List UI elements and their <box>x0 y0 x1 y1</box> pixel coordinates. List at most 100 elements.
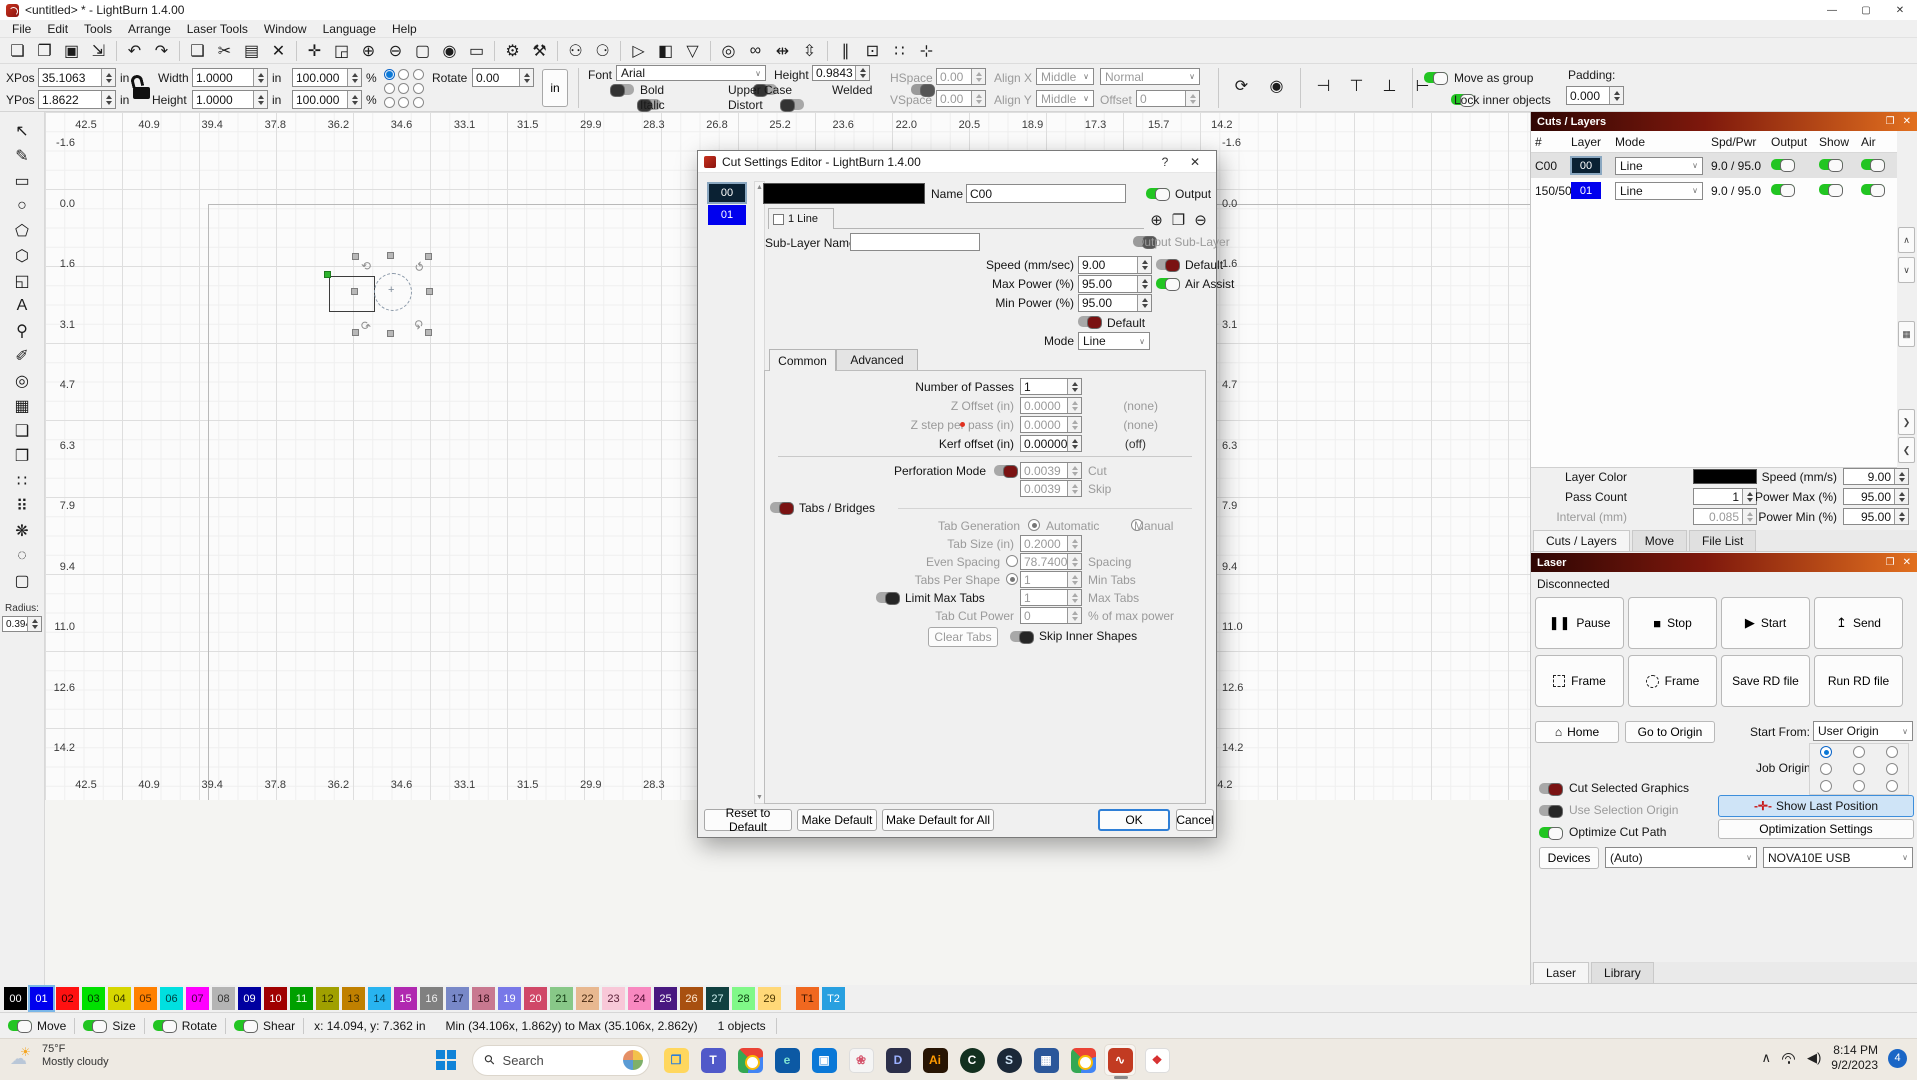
perforation-skip-field[interactable]: 0.0039 <box>1020 480 1082 497</box>
bold-toggle[interactable] <box>610 84 634 95</box>
palette-color-10[interactable]: 10 <box>264 987 287 1010</box>
sublayer-tab[interactable]: 1 Line <box>768 208 834 229</box>
new-file-button[interactable]: ❏ <box>4 39 31 63</box>
dialog-layer-00[interactable]: 00 <box>708 183 746 203</box>
job-origin-radio-4[interactable] <box>1853 763 1865 775</box>
run-rd-file-button[interactable]: Run RD file <box>1814 655 1903 707</box>
tab-file-list[interactable]: File List <box>1689 530 1756 551</box>
frame-tool-button[interactable]: ◱ <box>7 268 37 293</box>
close-panel-icon[interactable]: ✕ <box>1903 116 1911 127</box>
image-tool-button[interactable]: ▦ <box>7 393 37 418</box>
z-offset-field[interactable]: 0.0000 <box>1020 397 1082 414</box>
font-height-field[interactable]: 0.9843 <box>812 65 870 81</box>
job-origin-radio-8[interactable] <box>1886 780 1898 792</box>
camera-button[interactable]: ◉ <box>436 39 463 63</box>
select-tool-button[interactable]: ↖ <box>7 118 37 143</box>
scroll-down-icon[interactable]: ▼ <box>755 794 764 801</box>
discord-button[interactable]: D <box>882 1044 914 1076</box>
min-tabs-spinner[interactable] <box>1067 572 1081 587</box>
palette-color-00[interactable]: 00 <box>4 987 27 1010</box>
dialog-help-button[interactable]: ? <box>1150 155 1180 169</box>
text-tool-button[interactable]: A <box>7 293 37 318</box>
lightburn-button[interactable]: ∿ <box>1104 1044 1136 1076</box>
palette-grid-button[interactable]: ▦ <box>1898 321 1915 347</box>
home-button[interactable]: ⌂Home <box>1535 721 1619 743</box>
sync-button[interactable]: ⟳ <box>1228 74 1255 98</box>
height-spinner[interactable] <box>253 91 267 108</box>
browser-button[interactable] <box>1067 1044 1099 1076</box>
play-button[interactable]: ▷ <box>625 39 652 63</box>
send-button[interactable]: ↥Send <box>1814 597 1903 649</box>
menu-window[interactable]: Window <box>256 21 315 37</box>
perforation-skip-spinner[interactable] <box>1067 481 1081 496</box>
grid-array-tool-button[interactable]: ⠿ <box>7 493 37 518</box>
import-button[interactable]: ⇲ <box>85 39 112 63</box>
tab-cut-power-spinner[interactable] <box>1067 608 1081 623</box>
tab-advanced[interactable]: Advanced <box>836 349 918 370</box>
palette-color-25[interactable]: 25 <box>654 987 677 1010</box>
menu-arrange[interactable]: Arrange <box>120 21 179 37</box>
layer-output-toggle[interactable] <box>1771 184 1795 195</box>
palette-color-28[interactable]: 28 <box>732 987 755 1010</box>
close-button[interactable]: ✕ <box>1883 0 1917 20</box>
tabs-bridges-toggle[interactable] <box>770 502 794 513</box>
reset-to-default-button[interactable]: Reset to Default <box>704 809 792 831</box>
device-name-select[interactable]: NOVA10E USB∨ <box>1763 847 1913 868</box>
vspace-field[interactable]: 0.00 <box>936 90 986 107</box>
speed-quick-spinner[interactable] <box>1894 469 1908 484</box>
tab-common[interactable]: Common <box>769 349 836 371</box>
tab-move[interactable]: Move <box>1632 530 1687 551</box>
aligny-select[interactable]: Middle∨ <box>1036 90 1094 107</box>
size-toggle[interactable] <box>83 1020 107 1031</box>
zoom-out-button[interactable]: ⊖ <box>382 39 409 63</box>
layer-show-toggle[interactable] <box>1819 159 1843 170</box>
pass-count-field[interactable]: 1 <box>1693 488 1757 505</box>
position-button[interactable]: ⊹ <box>913 39 940 63</box>
layer-color-swatch[interactable] <box>1693 469 1757 484</box>
minimize-button[interactable]: — <box>1815 0 1849 20</box>
excel-button[interactable]: ▦ <box>1030 1044 1062 1076</box>
dialog-layer-01[interactable]: 01 <box>708 205 746 225</box>
selection-handle[interactable] <box>351 288 358 295</box>
start-from-select[interactable]: User Origin∨ <box>1813 721 1913 741</box>
distribute-button[interactable]: ∥ <box>832 39 859 63</box>
stop-button[interactable]: ■Stop <box>1628 597 1717 649</box>
array-tool-button[interactable]: ∷ <box>7 468 37 493</box>
cut-selected-graphics-toggle[interactable] <box>1539 783 1563 794</box>
z-step-spinner[interactable] <box>1067 417 1081 432</box>
rotate-handle-icon[interactable]: ⟲ <box>412 261 426 271</box>
zoom-in-button[interactable]: ⊕ <box>355 39 382 63</box>
interval-spinner[interactable] <box>1742 509 1756 524</box>
layer-color-chip[interactable]: 01 <box>1571 182 1601 199</box>
rounded-rect-tool-button[interactable]: ▢ <box>7 568 37 593</box>
align-bottom-button[interactable]: ⊥ <box>1376 74 1403 98</box>
optimization-settings-button[interactable]: Optimization Settings <box>1718 819 1914 839</box>
origin-ref-1[interactable] <box>398 69 409 80</box>
clear-tabs-button[interactable]: Clear Tabs <box>928 627 998 647</box>
frame-circle-button[interactable]: Frame <box>1628 655 1717 707</box>
origin-ref-3[interactable] <box>384 83 395 94</box>
padding-spinner[interactable] <box>1609 87 1623 104</box>
palette-color-20[interactable]: 20 <box>524 987 547 1010</box>
illustrator-button[interactable]: Ai <box>919 1044 951 1076</box>
maximize-button[interactable]: ▢ <box>1849 0 1883 20</box>
power-max-field[interactable]: 95.00 <box>1843 488 1909 505</box>
layer-down-button[interactable]: ∨ <box>1898 257 1915 283</box>
dialog-title-bar[interactable]: Cut Settings Editor - LightBurn 1.4.00 ?… <box>698 151 1216 173</box>
print-preview-button[interactable]: ◲ <box>328 39 355 63</box>
palette-color-06[interactable]: 06 <box>160 987 183 1010</box>
pass-count-spinner[interactable] <box>1742 489 1756 504</box>
rotate-toggle[interactable] <box>153 1020 177 1031</box>
palette-color-05[interactable]: 05 <box>134 987 157 1010</box>
selection-handle[interactable] <box>352 329 359 336</box>
width-percent-field[interactable]: 100.000 <box>292 68 362 87</box>
width-spinner[interactable] <box>253 69 267 86</box>
palette-color-16[interactable]: 16 <box>420 987 443 1010</box>
job-origin-radio-0[interactable] <box>1820 746 1832 758</box>
polygon-tool-button[interactable]: ⬠ <box>7 218 37 243</box>
move-toggle[interactable] <box>8 1020 32 1031</box>
palette-color-23[interactable]: 23 <box>602 987 625 1010</box>
palette-color-13[interactable]: 13 <box>342 987 365 1010</box>
ypos-spinner[interactable] <box>101 91 115 108</box>
layer-air-toggle[interactable] <box>1861 184 1885 195</box>
